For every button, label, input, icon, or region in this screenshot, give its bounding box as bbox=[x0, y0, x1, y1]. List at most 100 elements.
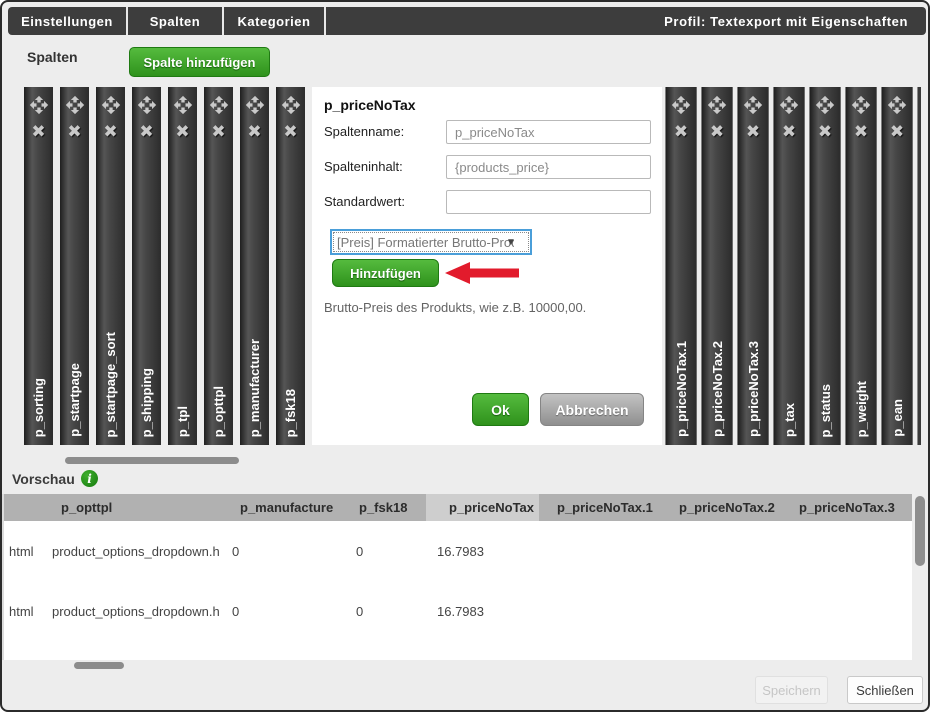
cell: product_options_dropdown.html bbox=[44, 581, 219, 641]
move-icon[interactable] bbox=[743, 95, 763, 115]
move-icon[interactable] bbox=[245, 95, 265, 115]
column-label: p_priceNoTax.3 bbox=[746, 341, 761, 437]
move-icon[interactable] bbox=[173, 95, 193, 115]
cell: 0 bbox=[334, 521, 426, 581]
move-icon[interactable] bbox=[65, 95, 85, 115]
remove-icon[interactable]: ✖ bbox=[818, 123, 832, 140]
field-description: Brutto-Preis des Produkts, wie z.B. 1000… bbox=[324, 300, 586, 315]
move-icon[interactable] bbox=[101, 95, 121, 115]
column-p-weight[interactable]: ✖ p_weight bbox=[845, 87, 877, 445]
remove-icon[interactable]: ✖ bbox=[854, 123, 868, 140]
move-icon[interactable] bbox=[707, 95, 727, 115]
move-icon[interactable] bbox=[779, 95, 799, 115]
column-p-fsk18[interactable]: ✖ p_fsk18 bbox=[276, 87, 305, 445]
spalteninhalt-input[interactable] bbox=[446, 155, 651, 179]
column-label: p_manufacturer bbox=[247, 339, 262, 437]
cell bbox=[779, 521, 912, 581]
info-icon[interactable]: i bbox=[81, 470, 98, 487]
column-p-opttpl[interactable]: ✖ p_opttpl bbox=[204, 87, 233, 445]
cell: 0 bbox=[219, 521, 334, 581]
column-edit-dialog: p_priceNoTax Spaltenname: Spalteninhalt:… bbox=[312, 87, 662, 445]
move-icon[interactable] bbox=[29, 95, 49, 115]
column-p-tpl[interactable]: ✖ p_tpl bbox=[168, 87, 197, 445]
cancel-button[interactable]: Abbrechen bbox=[540, 393, 644, 426]
cell: 16.7983 bbox=[426, 521, 539, 581]
field-label-standardwert: Standardwert: bbox=[324, 194, 405, 209]
header-cell-p-fsk18: p_fsk18 bbox=[334, 494, 426, 521]
move-icon[interactable] bbox=[137, 95, 157, 115]
hinzufuegen-button[interactable]: Hinzufügen bbox=[332, 259, 439, 287]
move-icon[interactable] bbox=[281, 95, 301, 115]
column-p-startpage[interactable]: ✖ p_startpage bbox=[60, 87, 89, 445]
tab-spalten[interactable]: Spalten bbox=[128, 7, 224, 35]
column-label: p_opttpl bbox=[211, 386, 226, 437]
column-p-tax[interactable]: ✖ p_tax bbox=[773, 87, 805, 445]
selected-option: [Preis] Formatierter Brutto-Produkt bbox=[332, 235, 514, 250]
move-icon[interactable] bbox=[671, 95, 691, 115]
table-row: html product_options_dropdown.html 0 0 1… bbox=[4, 581, 930, 641]
cell: 0 bbox=[334, 581, 426, 641]
move-icon[interactable] bbox=[815, 95, 835, 115]
remove-icon[interactable]: ✖ bbox=[175, 123, 189, 140]
column-label: p_sorting bbox=[31, 378, 46, 437]
spaltenname-input[interactable] bbox=[446, 120, 651, 144]
standardwert-input[interactable] bbox=[446, 190, 651, 214]
section-title-spalten: Spalten bbox=[27, 49, 78, 65]
remove-icon[interactable]: ✖ bbox=[103, 123, 117, 140]
table-row: html product_options_dropdown.html 0 0 1… bbox=[4, 521, 930, 581]
column-p-manufacturer[interactable]: ✖ p_manufacturer bbox=[240, 87, 269, 445]
column-p-pricenotax-1[interactable]: ✖ p_priceNoTax.1 bbox=[665, 87, 697, 445]
remove-icon[interactable]: ✖ bbox=[890, 123, 904, 140]
column-p-pricenotax-3[interactable]: ✖ p_priceNoTax.3 bbox=[737, 87, 769, 445]
remove-icon[interactable]: ✖ bbox=[283, 123, 297, 140]
ok-button[interactable]: Ok bbox=[472, 393, 529, 426]
move-icon[interactable] bbox=[209, 95, 229, 115]
chevron-down-icon: ▼ bbox=[506, 237, 516, 248]
add-column-button[interactable]: Spalte hinzufügen bbox=[129, 47, 270, 77]
column-label: p_shipping bbox=[139, 368, 154, 437]
table-vertical-scrollbar[interactable] bbox=[915, 496, 925, 566]
column-label: p_weight bbox=[854, 381, 869, 437]
preview-table: p_opttpl p_manufacturer p_fsk18 p_priceN… bbox=[2, 494, 930, 660]
remove-icon[interactable]: ✖ bbox=[247, 123, 261, 140]
move-icon[interactable] bbox=[851, 95, 871, 115]
save-button[interactable]: Speichern bbox=[755, 676, 828, 704]
column-label: p_startpage_sort bbox=[103, 332, 118, 437]
column-partial bbox=[917, 87, 921, 445]
column-p-pricenotax-2[interactable]: ✖ p_priceNoTax.2 bbox=[701, 87, 733, 445]
column-label: p_fsk18 bbox=[283, 389, 298, 437]
tab-einstellungen[interactable]: Einstellungen bbox=[8, 7, 128, 35]
remove-icon[interactable]: ✖ bbox=[31, 123, 45, 140]
column-group-right: ✖ p_priceNoTax.1 ✖ p_priceNoTax.2 ✖ p_pr… bbox=[665, 87, 913, 445]
column-p-status[interactable]: ✖ p_status bbox=[809, 87, 841, 445]
columns-horizontal-scrollbar[interactable] bbox=[65, 457, 239, 464]
cell bbox=[659, 581, 779, 641]
remove-icon[interactable]: ✖ bbox=[211, 123, 225, 140]
table-vertical-scrollbar-track bbox=[912, 494, 930, 660]
column-p-startpage-sort[interactable]: ✖ p_startpage_sort bbox=[96, 87, 125, 445]
remove-icon[interactable]: ✖ bbox=[746, 123, 760, 140]
remove-icon[interactable]: ✖ bbox=[139, 123, 153, 140]
column-label: p_tpl bbox=[175, 406, 190, 437]
column-group-left: ✖ p_sorting ✖ p_startpage ✖ p_startpage_… bbox=[24, 87, 305, 445]
tab-kategorien[interactable]: Kategorien bbox=[224, 7, 326, 35]
cell bbox=[779, 581, 912, 641]
tab-bar: Einstellungen Spalten Kategorien Profil:… bbox=[8, 7, 926, 35]
table-horizontal-scrollbar[interactable] bbox=[74, 662, 124, 669]
remove-icon[interactable]: ✖ bbox=[674, 123, 688, 140]
cell bbox=[539, 581, 659, 641]
remove-icon[interactable]: ✖ bbox=[710, 123, 724, 140]
remove-icon[interactable]: ✖ bbox=[782, 123, 796, 140]
close-button[interactable]: Schließen bbox=[847, 676, 923, 704]
column-p-sorting[interactable]: ✖ p_sorting bbox=[24, 87, 53, 445]
red-arrow-annotation bbox=[443, 260, 521, 286]
cell: 16.7983 bbox=[426, 581, 539, 641]
move-icon[interactable] bbox=[887, 95, 907, 115]
column-p-shipping[interactable]: ✖ p_shipping bbox=[132, 87, 161, 445]
remove-icon[interactable]: ✖ bbox=[67, 123, 81, 140]
field-label-spaltenname: Spaltenname: bbox=[324, 124, 404, 139]
header-cell bbox=[4, 494, 44, 521]
column-p-ean[interactable]: ✖ p_ean bbox=[881, 87, 913, 445]
content-type-select[interactable]: [Preis] Formatierter Brutto-Produkt ▼ bbox=[330, 229, 532, 255]
header-cell-p-pricenotax-3: p_priceNoTax.3 bbox=[779, 494, 912, 521]
